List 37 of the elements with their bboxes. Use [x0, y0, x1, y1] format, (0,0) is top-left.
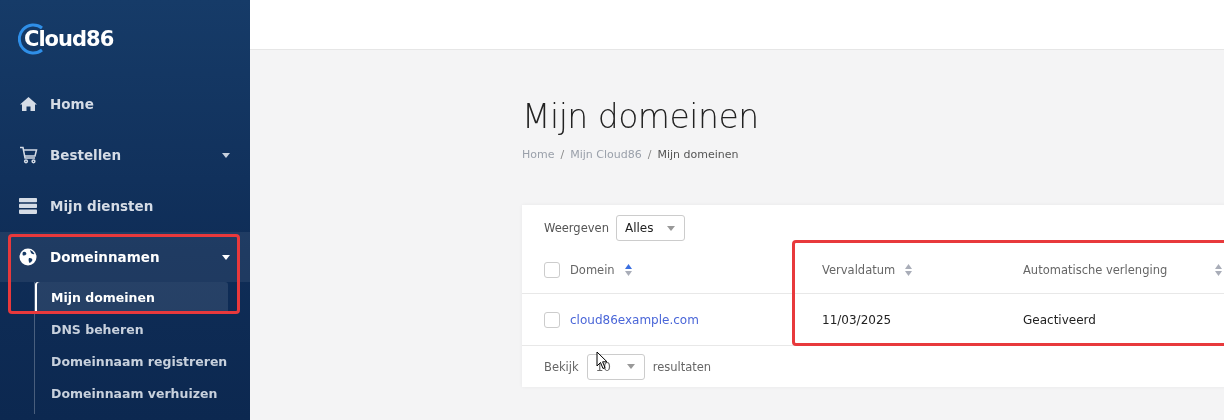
footer-label: Bekijk	[544, 359, 579, 374]
sort-icon[interactable]	[1215, 263, 1222, 276]
footer-label: resultaten	[652, 359, 712, 374]
cart-icon	[19, 146, 38, 164]
nav-item[interactable]: Domeinnamen	[0, 232, 250, 282]
sort-icon[interactable]	[905, 263, 913, 276]
column-header[interactable]: Automatische verlenging	[1023, 262, 1168, 277]
mouse-cursor-icon	[596, 351, 608, 370]
nav-item[interactable]: Bestellen	[0, 130, 250, 180]
submenu-item[interactable]: DNS beheren	[35, 314, 234, 346]
breadcrumb-separator: /	[647, 148, 652, 161]
table-cell: Geactiveerd	[1023, 312, 1096, 327]
page-title: Mijn domeinen	[522, 96, 760, 138]
filter-select[interactable]: Alles	[615, 215, 686, 241]
column-header[interactable]: Vervaldatum	[822, 262, 896, 277]
caret-icon	[626, 364, 635, 369]
submenu-item[interactable]: Domeinnaam registreren	[35, 346, 234, 378]
logo-text[interactable]: Cloud86	[24, 27, 114, 51]
submenu-item[interactable]: Domeinnaam verhuizen	[35, 378, 234, 410]
breadcrumb-separator: /	[560, 148, 565, 161]
caret-icon	[222, 254, 230, 260]
caret-icon	[667, 225, 676, 231]
column-header[interactable]: Domein	[570, 262, 615, 277]
checkbox[interactable]	[544, 261, 560, 278]
caret-icon	[222, 152, 230, 158]
filter-label: Weergeven	[544, 221, 609, 235]
submenu-item[interactable]: Mijn domeinen	[35, 282, 228, 314]
sort-icon[interactable]	[624, 263, 632, 276]
breadcrumb-current: Mijn domeinen	[657, 148, 739, 161]
domain-link[interactable]: cloud86example.com	[570, 312, 699, 327]
nav-item[interactable]: Mijn diensten	[0, 181, 250, 231]
nav-item[interactable]: Home	[0, 79, 250, 129]
checkbox[interactable]	[544, 311, 560, 328]
home-icon	[19, 96, 38, 112]
table-cell: 11/03/2025	[822, 312, 892, 327]
globe-icon	[19, 248, 37, 266]
server-stack-icon	[19, 198, 37, 214]
